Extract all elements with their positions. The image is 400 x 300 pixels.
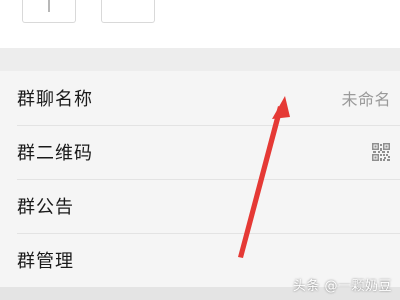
group-announcement-label: 群公告 [17, 197, 74, 218]
group-management-label: 群管理 [17, 251, 74, 272]
member-slot[interactable] [22, 0, 76, 23]
group-qr-code-label: 群二维码 [17, 143, 93, 164]
member-slot-glyph [48, 0, 50, 12]
member-avatar-area [0, 0, 400, 48]
group-qr-code-row[interactable]: 群二维码 [0, 125, 400, 179]
group-settings-list: 群聊名称 未命名 群二维码 群公告 群管理 [0, 71, 400, 287]
section-gap [0, 48, 400, 71]
group-name-value: 未命名 [341, 90, 391, 109]
qr-code-icon [371, 142, 391, 162]
group-name-label: 群聊名称 [17, 89, 93, 110]
watermark-text: 头条 @一颗奶豆 [292, 279, 392, 294]
member-slot[interactable] [101, 0, 155, 23]
group-name-row[interactable]: 群聊名称 未命名 [0, 71, 400, 125]
group-announcement-row[interactable]: 群公告 [0, 179, 400, 233]
